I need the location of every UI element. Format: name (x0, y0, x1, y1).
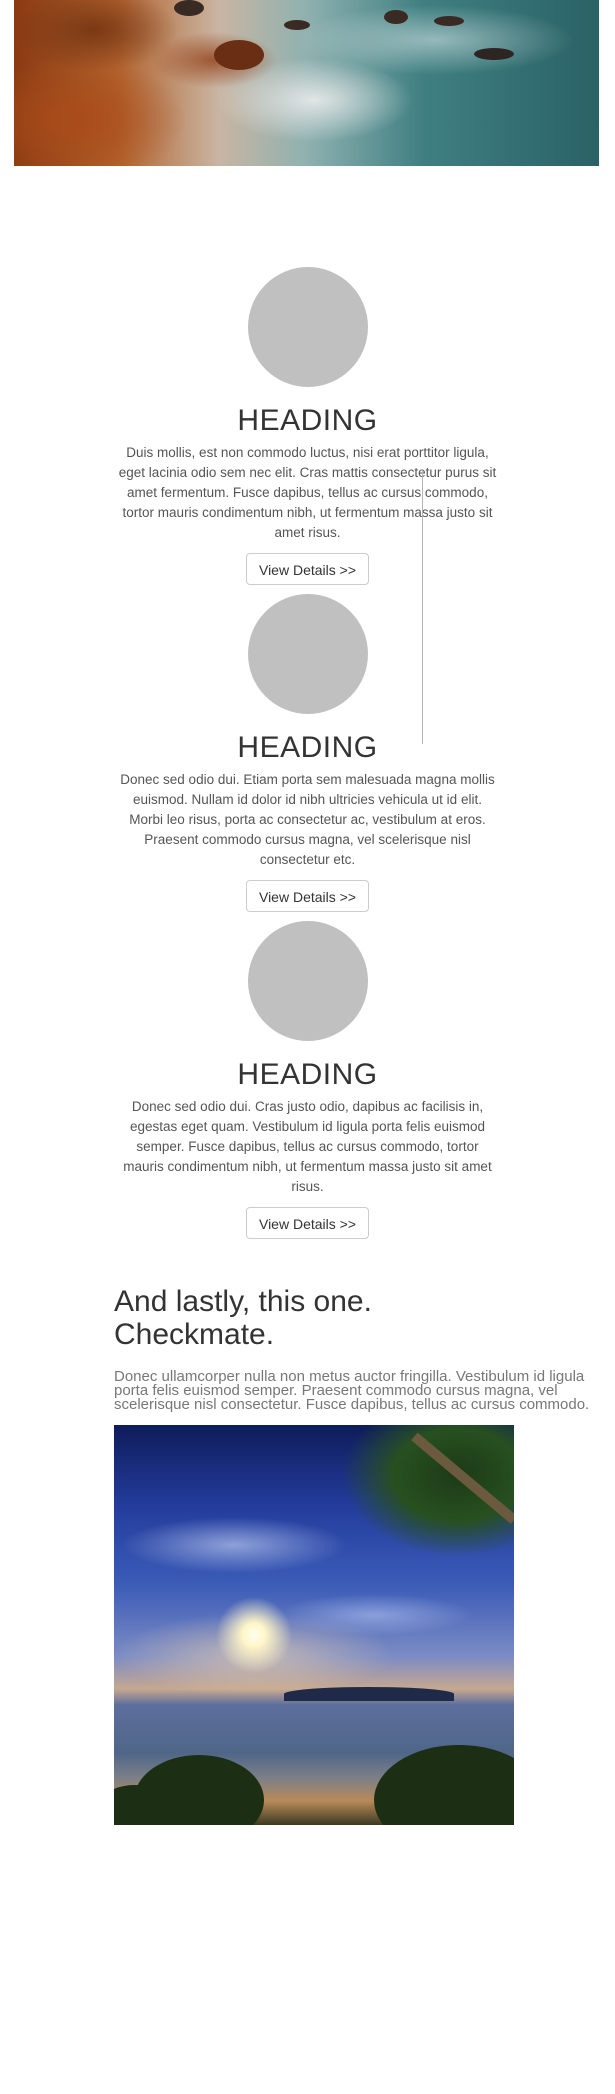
rock-shape (434, 16, 464, 26)
feature-1: HEADING Duis mollis, est non commodo luc… (0, 267, 615, 585)
featurette-heading: And lastly, this one. Checkmate. (114, 1285, 614, 1351)
view-details-button[interactable]: View Details >> (245, 1207, 369, 1239)
feature-image-placeholder (247, 267, 368, 387)
feature-text: Donec sed odio dui. Cras justo odio, dap… (123, 1099, 492, 1194)
rock-shape (384, 10, 408, 24)
feature-image-placeholder (247, 594, 368, 714)
feature-3: HEADING Donec sed odio dui. Cras justo o… (0, 921, 615, 1239)
mountain-shape (284, 1687, 454, 1701)
view-details-button[interactable]: View Details >> (245, 880, 369, 912)
feature-heading: HEADING (237, 731, 378, 764)
rock-shape (174, 0, 204, 16)
featurette-heading-line2: Checkmate. (114, 1318, 275, 1351)
feature-text: Donec sed odio dui. Etiam porta sem male… (120, 772, 495, 867)
bush-shape (374, 1745, 514, 1825)
rock-shape (214, 40, 264, 70)
featurette-text: Donec ullamcorper nulla non metus auctor… (114, 1368, 590, 1413)
page: HEADING Duis mollis, est non commodo luc… (0, 0, 615, 2094)
hero-image (14, 0, 599, 166)
feature-2: HEADING Donec sed odio dui. Etiam porta … (0, 594, 615, 912)
beach-sunset-image (114, 1425, 514, 1825)
rock-shape (284, 20, 310, 30)
featurette: And lastly, this one. Checkmate. Donec u… (114, 1285, 614, 1412)
feature-heading: HEADING (237, 404, 378, 437)
feature-heading: HEADING (237, 1058, 378, 1091)
featurette-heading-line1: And lastly, this one. (114, 1285, 372, 1318)
view-details-button[interactable]: View Details >> (245, 553, 369, 585)
rock-shape (474, 48, 514, 60)
feature-text: Duis mollis, est non commodo luctus, nis… (118, 445, 497, 540)
feature-image-placeholder (247, 921, 368, 1041)
vertical-divider (422, 470, 423, 744)
